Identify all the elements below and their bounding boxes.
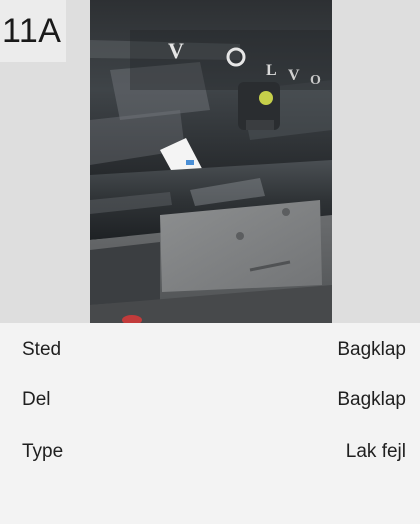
detail-row-location: Sted Bagklap (22, 335, 406, 365)
detail-row-part: Del Bagklap (22, 385, 406, 415)
damage-details: Sted Bagklap Del Bagklap Type Lak fejl (0, 323, 420, 524)
detail-value: Bagklap (337, 389, 406, 410)
svg-text:V: V (288, 67, 300, 84)
detail-label: Del (22, 389, 51, 410)
damage-card[interactable]: V L V O 11A Sted Bagklap Del Bagklap Typ… (0, 0, 420, 524)
svg-text:O: O (310, 73, 321, 88)
svg-text:V: V (168, 38, 184, 63)
detail-row-type: Type Lak fejl (22, 437, 406, 467)
detail-value: Bagklap (337, 339, 406, 360)
svg-text:L: L (266, 62, 277, 79)
damage-photo-area: V L V O 11A (0, 0, 420, 323)
detail-label: Type (22, 441, 64, 462)
detail-label: Sted (22, 339, 62, 360)
detail-value: Lak fejl (345, 441, 406, 462)
damage-photo[interactable]: V L V O (90, 0, 332, 323)
damage-code-badge: 11A (0, 0, 66, 62)
